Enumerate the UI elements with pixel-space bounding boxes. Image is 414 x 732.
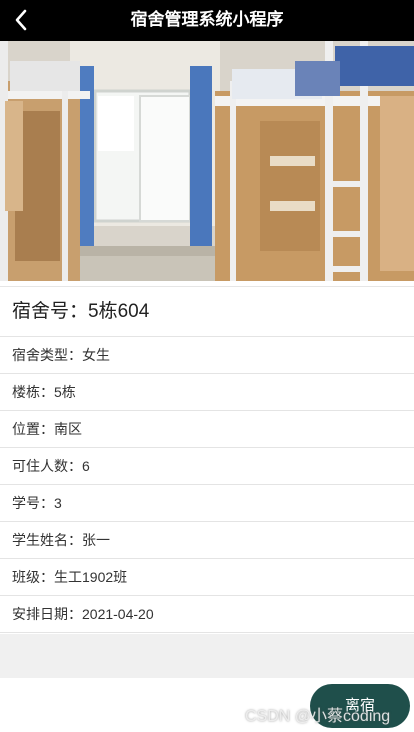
location-row: 位置：南区	[0, 411, 414, 448]
class-row: 班级：生工1902班	[0, 559, 414, 596]
room-type-row: 宿舍类型：女生	[0, 337, 414, 374]
dormitory-room-photo	[0, 41, 414, 281]
capacity-row: 可住人数：6	[0, 448, 414, 485]
arrange-date-row: 安排日期：2021-04-20	[0, 596, 414, 633]
banner-carousel[interactable]	[0, 41, 414, 281]
room-number: 宿舍号：5栋604	[0, 287, 414, 337]
page-title: 宿舍管理系统小程序	[130, 10, 284, 29]
student-id-row: 学号：3	[0, 485, 414, 522]
watermark: CSDN @小蔡coding	[245, 708, 391, 725]
room-info-list: 宿舍号：5栋604 宿舍类型：女生 楼栋：5栋 位置：南区 可住人数：6 学号：…	[0, 286, 414, 633]
nav-bar: 宿舍管理系统小程序	[0, 0, 414, 41]
student-name-row: 学生姓名：张一	[0, 522, 414, 559]
building-row: 楼栋：5栋	[0, 374, 414, 411]
footer-spacer	[0, 634, 414, 678]
